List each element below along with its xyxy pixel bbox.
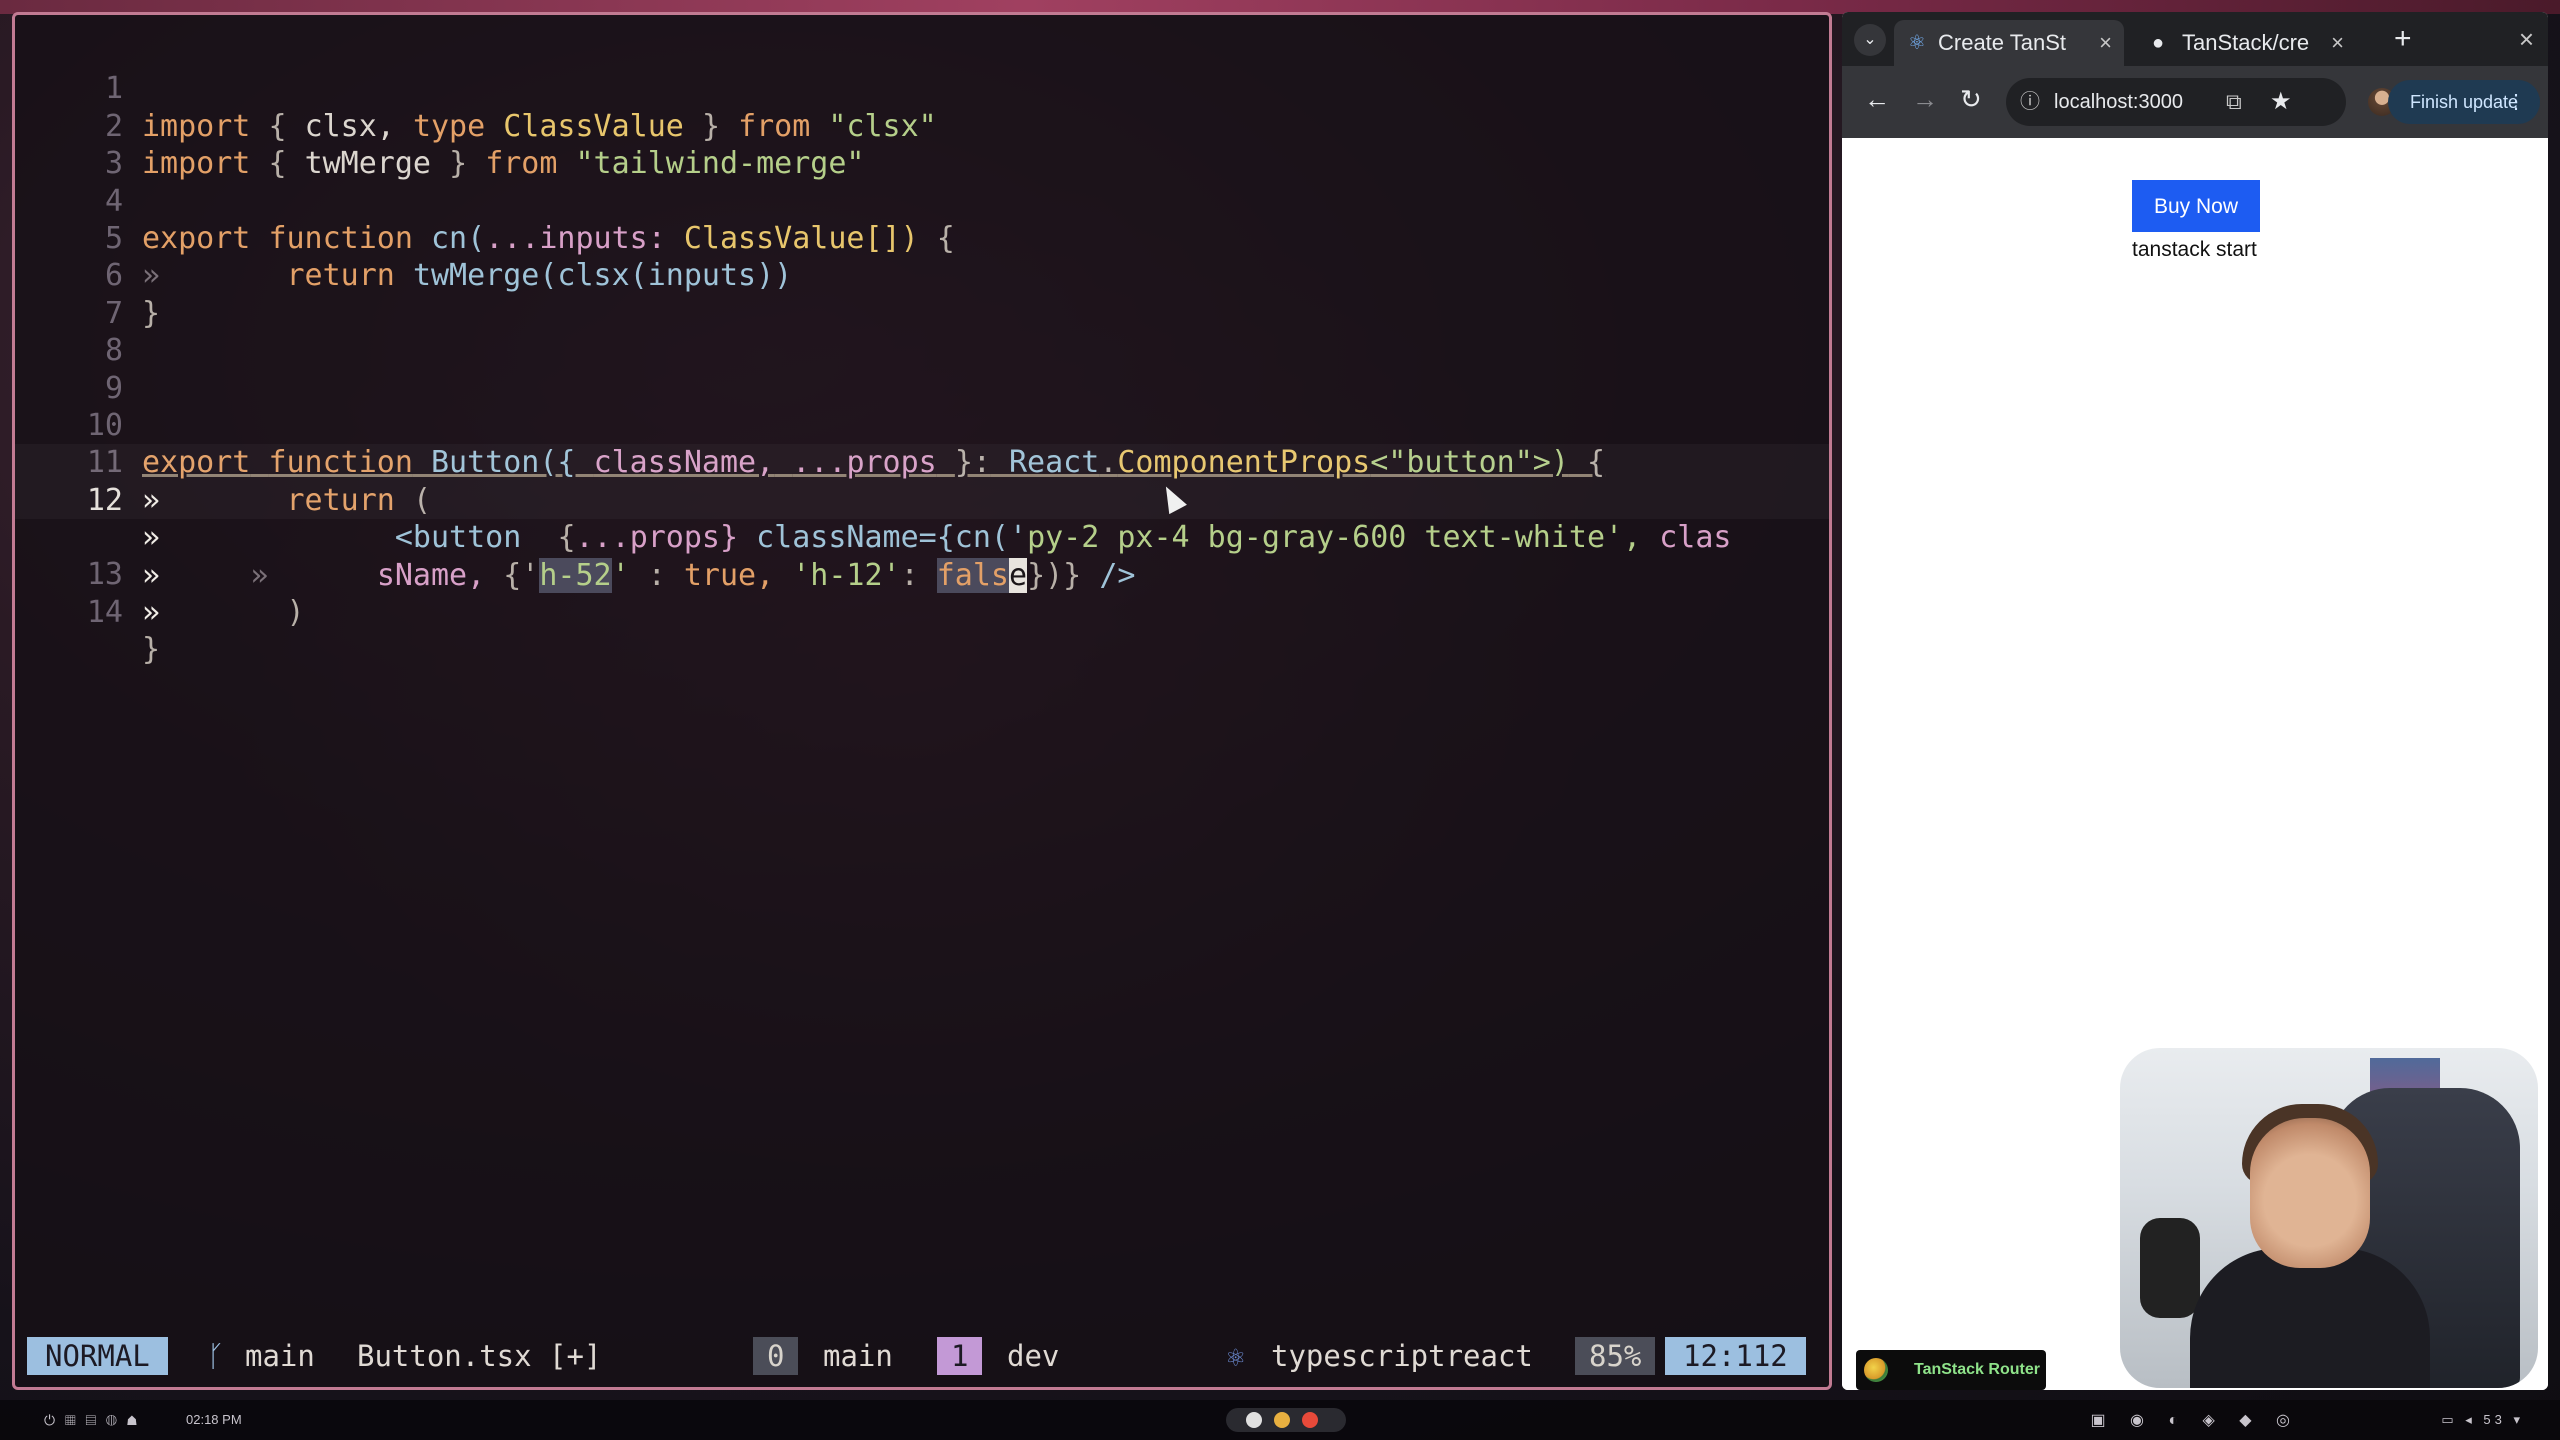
cursor-position: 12:112 <box>1665 1337 1806 1375</box>
webcam-overlay <box>2120 1048 2538 1388</box>
tmux-window-0-name[interactable]: main <box>823 1337 893 1375</box>
code-line[interactable]: 5 » return twMerge(clsx(inputs)) <box>15 183 1829 293</box>
battery-indicator: ▭ ◂ 53 ▾ <box>2441 1412 2524 1427</box>
app-icon[interactable] <box>1246 1412 1262 1428</box>
line-text: } <box>142 632 161 668</box>
url-text[interactable]: localhost:3000 <box>2054 78 2183 126</box>
tab-label: TanStack/cre <box>2182 30 2310 55</box>
forward-arrow-icon[interactable]: → <box>1912 84 1938 115</box>
git-branch: main <box>245 1339 315 1373</box>
code-line[interactable]: 3 <box>15 108 1829 181</box>
tanstack-logo-icon <box>1864 1358 1888 1382</box>
info-icon[interactable]: ⓘ <box>2020 78 2040 126</box>
code-line[interactable]: 7 <box>15 257 1829 331</box>
code-line[interactable]: 2 import { twMerge } from "tailwind-merg… <box>15 70 1829 181</box>
git-branch-icon: ᚴ <box>207 1339 225 1373</box>
buy-now-button[interactable]: Buy Now <box>2132 180 2260 232</box>
page-text: tanstack start <box>2132 238 2257 261</box>
bookmark-star-icon[interactable]: ★ <box>2270 78 2292 126</box>
github-icon: ● <box>2152 32 2165 54</box>
window-close-icon[interactable]: × <box>2519 24 2534 55</box>
code-line-current[interactable]: 12 » <button {...props} className={cn('p… <box>15 444 1829 555</box>
line-text: » ) <box>142 594 305 630</box>
close-icon[interactable]: × <box>2099 20 2112 66</box>
webcam-person-head <box>2250 1118 2370 1268</box>
cast-icon[interactable]: ⧉ <box>2226 78 2242 126</box>
tab-create-tanstack[interactable]: ⚛ Create TanSt × <box>1894 20 2124 66</box>
chrome-icon[interactable] <box>1274 1412 1290 1428</box>
close-icon[interactable]: × <box>2331 20 2344 66</box>
code-line[interactable]: 9 <box>15 332 1829 406</box>
vim-statusline: NORMAL ᚴ main Button.tsx [+] 0 main 1 de… <box>27 1337 1817 1375</box>
finish-update-button[interactable]: Finish update ⋮ <box>2388 80 2540 124</box>
reload-icon[interactable]: ↻ <box>1960 84 1982 115</box>
vim-mode: NORMAL <box>27 1337 168 1375</box>
address-bar[interactable]: ⓘ localhost:3000 ⧉ ★ <box>2006 78 2346 126</box>
filetype: typescriptreact <box>1271 1339 1533 1373</box>
browser-toolbar: ← → ↻ ⓘ localhost:3000 ⧉ ★ Finish update… <box>1842 66 2548 138</box>
clock: 02:18 PM <box>186 1412 242 1427</box>
system-taskbar: ⏻ ▦ ▤ ◍ ☗ 02:18 PM ▣ ◉ ◐ ◈ ◆ ◎ ▭ ◂ 53 ▾ <box>0 1400 2560 1440</box>
chrome-icon[interactable] <box>1302 1412 1318 1428</box>
code-line[interactable]: 8 <box>15 295 1829 368</box>
code-line[interactable]: 6 } <box>15 220 1829 330</box>
code-line[interactable]: 14 } <box>15 556 1829 667</box>
code-line[interactable]: 10 export function Button({ className, .… <box>15 370 1829 480</box>
tab-list-button[interactable]: ⌄ <box>1854 24 1886 56</box>
line-number: 14 <box>86 594 123 630</box>
webcam-person-body <box>2190 1248 2430 1388</box>
more-menu-icon[interactable]: ⋮ <box>2506 80 2526 124</box>
workspace-icons[interactable]: ⏻ ▦ ▤ ◍ ☗ <box>44 1412 140 1429</box>
react-icon: ⚛ <box>1908 32 1926 54</box>
app-dock[interactable] <box>1226 1408 1346 1432</box>
tray-icons[interactable]: ▣ ◉ ◐ ◈ ◆ ◎ <box>2090 1410 2300 1430</box>
tab-github-tanstack[interactable]: ● TanStack/cre × <box>2138 20 2356 66</box>
code-line[interactable]: 4 export function cn(...inputs: ClassVal… <box>15 145 1829 256</box>
react-icon: ⚛ <box>1227 1339 1245 1373</box>
webcam-microphone <box>2140 1218 2200 1318</box>
tmux-window-1-name[interactable]: dev <box>1007 1337 1059 1375</box>
code-line[interactable]: 11 » return ( <box>15 407 1829 517</box>
tanstack-router-devtools-button[interactable]: TanStack Router <box>1856 1350 2046 1390</box>
scroll-percent: 85% <box>1575 1337 1656 1375</box>
tmux-window-0-index[interactable]: 0 <box>753 1337 799 1375</box>
new-tab-button[interactable]: + <box>2394 22 2412 56</box>
code-line-wrapped[interactable]: » » sName, {'h-52' : true, 'h-12': false… <box>15 482 1829 593</box>
tab-label: Create TanSt <box>1938 30 2067 55</box>
terminal-window[interactable]: 1 import { clsx, type ClassValue } from … <box>12 12 1832 1390</box>
code-editor[interactable]: 1 import { clsx, type ClassValue } from … <box>15 33 1829 667</box>
code-line[interactable]: 1 import { clsx, type ClassValue } from … <box>15 33 1829 143</box>
tab-bar: ⌄ ⚛ Create TanSt × ● TanStack/cre × + × <box>1842 12 2548 66</box>
back-arrow-icon[interactable]: ← <box>1864 84 1890 115</box>
tmux-window-1-index[interactable]: 1 <box>937 1337 983 1375</box>
file-name[interactable]: Button.tsx [+] <box>357 1337 601 1375</box>
chevron-down-icon: ⌄ <box>1863 31 1877 48</box>
code-line[interactable]: 13 » ) <box>15 519 1829 629</box>
